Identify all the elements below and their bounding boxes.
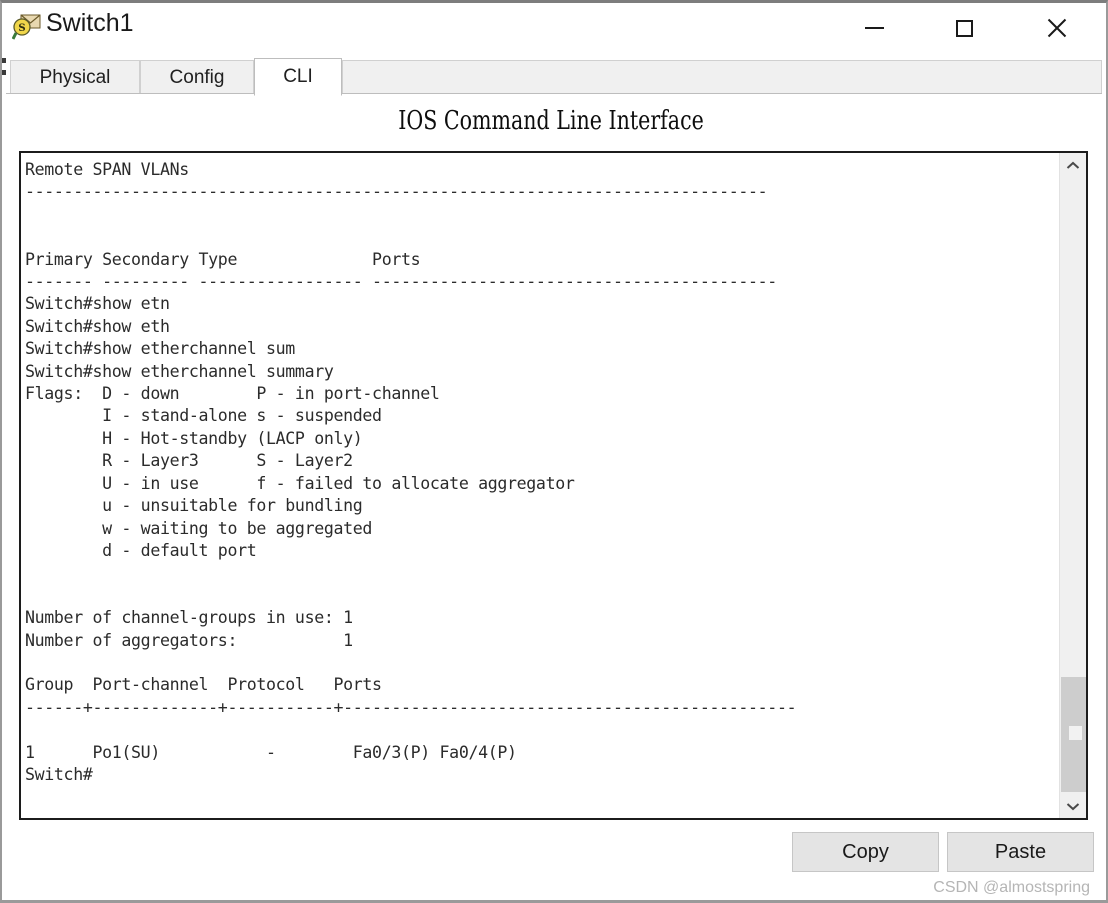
minimize-button[interactable] bbox=[846, 3, 902, 53]
tab-cli-label: CLI bbox=[283, 66, 313, 87]
tab-physical-label: Physical bbox=[39, 67, 111, 88]
terminal-scrollbar[interactable] bbox=[1059, 153, 1086, 818]
tab-cli[interactable]: CLI bbox=[254, 58, 342, 96]
maximize-icon bbox=[955, 19, 973, 37]
tab-strip-filler bbox=[342, 60, 1102, 95]
scroll-down-button[interactable] bbox=[1060, 794, 1086, 818]
tab-config[interactable]: Config bbox=[140, 60, 254, 95]
edge-artifact-bottom bbox=[2, 70, 6, 75]
watermark: CSDN @almostspring bbox=[933, 879, 1090, 896]
terminal-area[interactable]: Remote SPAN VLANs ----------------------… bbox=[19, 151, 1088, 820]
scrollbar-thumb-grip bbox=[1069, 726, 1082, 740]
edge-artifact-top bbox=[2, 58, 6, 63]
close-button[interactable] bbox=[1028, 3, 1084, 53]
paste-button-label: Paste bbox=[994, 840, 1047, 863]
copy-button[interactable]: Copy bbox=[792, 832, 939, 872]
copy-button-label: Copy bbox=[842, 840, 889, 863]
cli-panel: IOS Command Line Interface Remote SPAN V… bbox=[6, 93, 1102, 899]
window-title: Switch1 bbox=[46, 9, 134, 37]
tab-physical[interactable]: Physical bbox=[10, 60, 140, 95]
paste-button[interactable]: Paste bbox=[947, 832, 1094, 872]
title-bar: S Switch1 bbox=[2, 3, 1106, 55]
close-icon bbox=[1045, 17, 1067, 39]
terminal-output[interactable]: Remote SPAN VLANs ----------------------… bbox=[25, 159, 1049, 814]
tab-bar: Physical Config CLI bbox=[6, 55, 1102, 96]
packet-tracer-inspect-icon: S bbox=[11, 13, 42, 41]
panel-heading: IOS Command Line Interface bbox=[398, 106, 704, 136]
chevron-up-icon bbox=[1066, 161, 1080, 169]
scrollbar-thumb[interactable] bbox=[1061, 677, 1086, 792]
scroll-up-button[interactable] bbox=[1060, 153, 1086, 177]
maximize-button[interactable] bbox=[936, 3, 992, 53]
svg-text:S: S bbox=[18, 23, 25, 34]
switch-device-window: S Switch1 Physical Config CLI IOS Comman… bbox=[0, 0, 1108, 903]
tab-config-label: Config bbox=[169, 67, 225, 88]
chevron-down-icon bbox=[1066, 802, 1080, 810]
minimize-icon bbox=[864, 27, 884, 29]
